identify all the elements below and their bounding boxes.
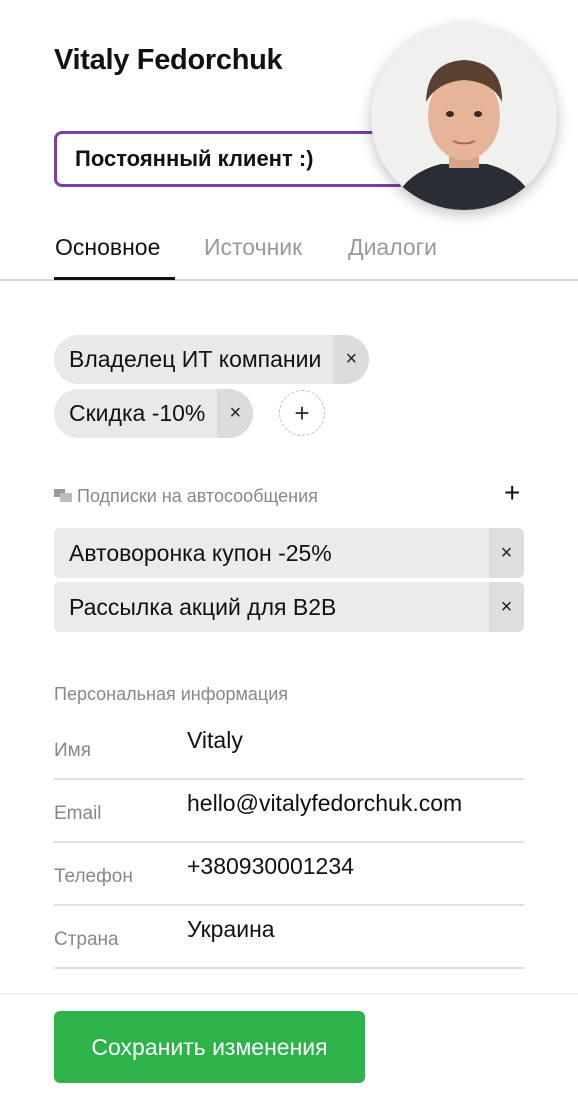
email-input[interactable] <box>187 785 517 821</box>
field-row-name: Имя <box>54 716 524 780</box>
tab-source[interactable]: Источник <box>204 234 302 261</box>
save-changes-button[interactable]: Сохранить изменения <box>54 1011 365 1083</box>
add-subscription-button[interactable]: + <box>504 479 520 507</box>
field-label: Email <box>54 803 102 824</box>
subscription-item: Рассылка акций для B2B × <box>54 582 524 632</box>
tag-label: Скидка -10% <box>69 400 206 426</box>
country-input[interactable] <box>187 911 517 947</box>
avatar <box>371 24 557 210</box>
field-row-country: Страна <box>54 905 524 969</box>
field-row-phone: Телефон <box>54 842 524 906</box>
tag-chip: Владелец ИТ компании × <box>54 335 370 384</box>
field-label: Страна <box>54 929 119 950</box>
subscriptions-heading: Подписки на автосообщения <box>77 486 318 506</box>
field-label: Имя <box>54 740 92 761</box>
tag-label: Владелец ИТ компании <box>69 346 322 372</box>
avatar-photo <box>371 24 557 210</box>
contact-name: Vitaly Fedorchuk <box>54 44 283 76</box>
tab-main[interactable]: Основное <box>55 234 160 261</box>
subscription-label: Рассылка акций для B2B <box>69 593 337 620</box>
subscription-label: Автоворонка купон -25% <box>69 539 332 566</box>
name-input[interactable] <box>187 722 517 758</box>
tag-chip: Скидка -10% × <box>54 389 254 438</box>
field-row-email: Email <box>54 779 524 843</box>
tab-bar: Основное Источник Диалоги <box>0 222 578 281</box>
tab-dialogs[interactable]: Диалоги <box>348 234 437 261</box>
tag-remove-icon[interactable]: × <box>217 389 254 438</box>
subscription-item: Автоворонка купон -25% × <box>54 528 524 578</box>
field-label: Телефон <box>54 866 133 887</box>
subscription-remove-icon[interactable]: × <box>489 528 524 578</box>
subscription-remove-icon[interactable]: × <box>489 582 524 632</box>
chat-icon <box>54 489 72 502</box>
note-input[interactable] <box>73 145 403 173</box>
footer-divider <box>0 993 578 994</box>
tag-remove-icon[interactable]: × <box>333 335 370 384</box>
note-field[interactable] <box>54 131 406 187</box>
add-tag-button[interactable]: + <box>279 390 325 436</box>
phone-input[interactable] <box>187 848 517 884</box>
personal-info-heading: Персональная информация <box>54 684 289 704</box>
active-tab-indicator <box>54 277 175 280</box>
